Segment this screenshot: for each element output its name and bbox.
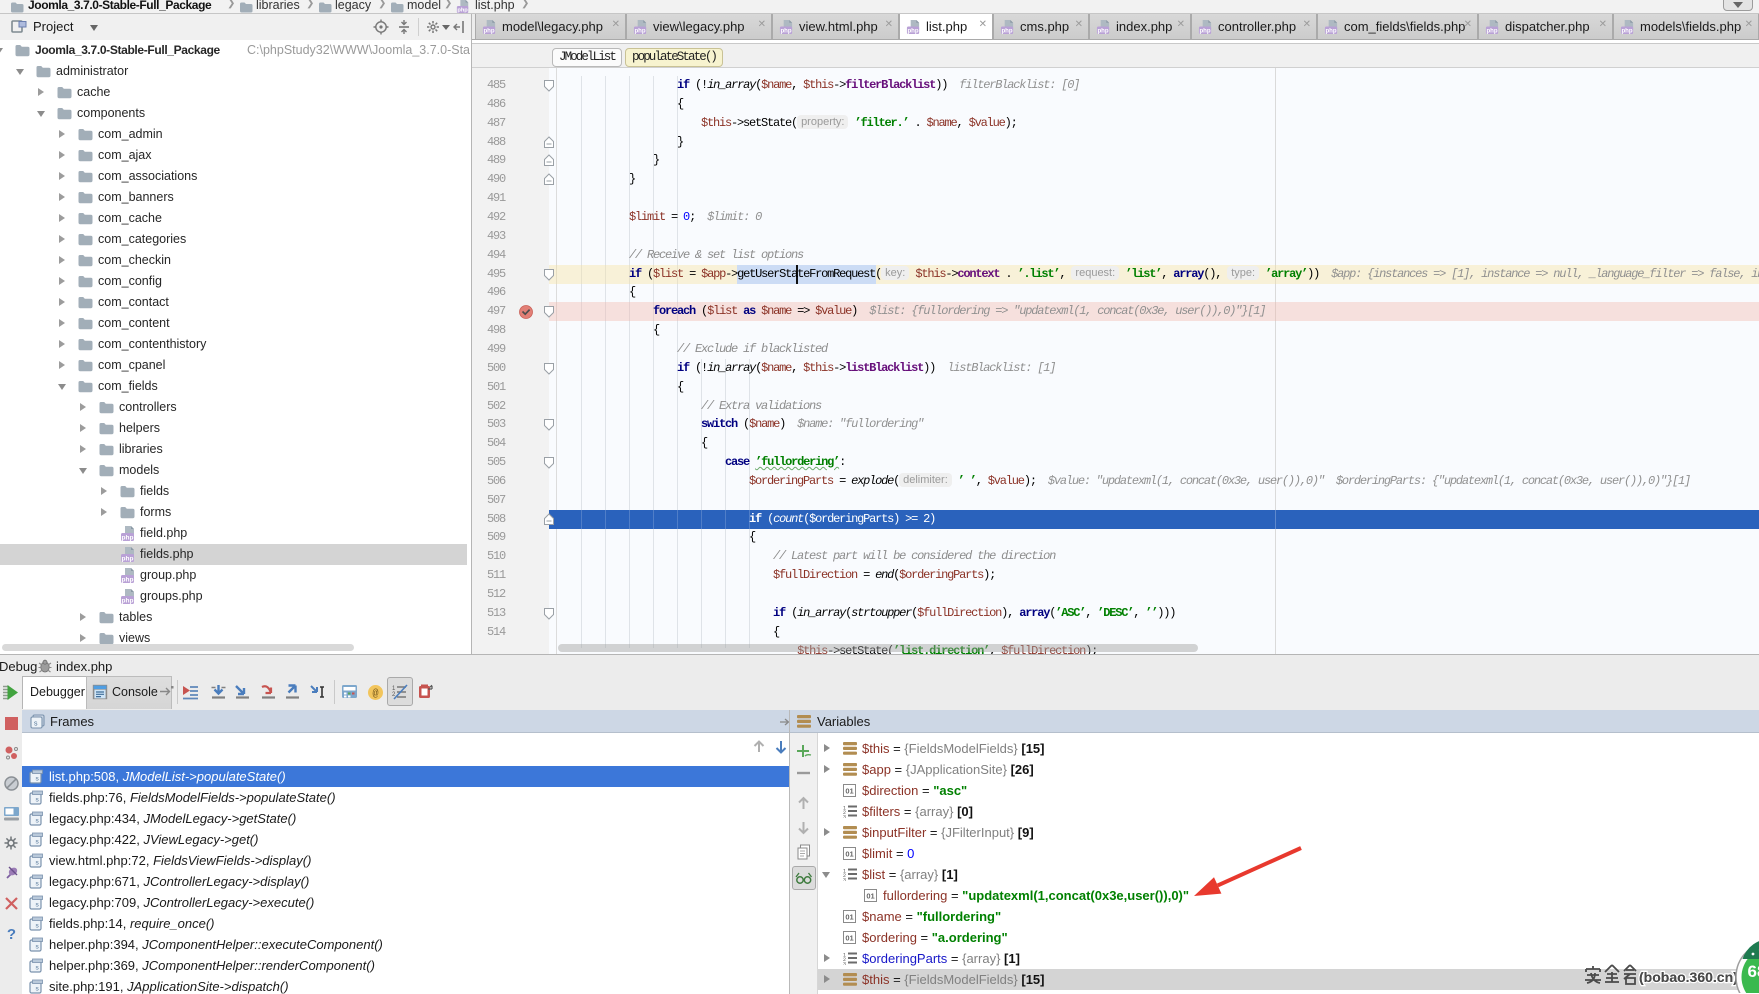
- svg-text:68: 68: [1748, 962, 1759, 981]
- svg-text:php: php: [780, 28, 791, 34]
- svg-text:01: 01: [845, 912, 853, 921]
- svg-text:@: @: [372, 688, 378, 700]
- svg-text:01: 01: [866, 891, 874, 900]
- svg-text:01: 01: [845, 786, 853, 795]
- svg-text:01: 01: [845, 933, 853, 942]
- svg-text:01: 01: [845, 849, 853, 858]
- svg-text:php: php: [122, 556, 134, 563]
- svg-text:php: php: [1199, 28, 1210, 34]
- svg-text:3: 3: [843, 877, 846, 881]
- svg-text:php: php: [1097, 28, 1108, 34]
- svg-text:php: php: [634, 28, 645, 34]
- svg-text:php: php: [122, 577, 134, 584]
- svg-text:php: php: [457, 8, 468, 13]
- svg-text:3: 3: [843, 814, 846, 818]
- svg-text:php: php: [1325, 28, 1336, 34]
- svg-text:php: php: [122, 598, 134, 605]
- svg-text:php: php: [122, 535, 134, 542]
- svg-text:s: s: [34, 721, 38, 728]
- svg-text:php: php: [483, 28, 494, 34]
- svg-text:php: php: [1621, 28, 1632, 34]
- svg-text:php: php: [907, 28, 918, 34]
- svg-text:php: php: [1486, 28, 1497, 34]
- svg-text:php: php: [1001, 28, 1012, 34]
- svg-text:3: 3: [843, 961, 846, 965]
- svg-text:?: ?: [7, 926, 16, 942]
